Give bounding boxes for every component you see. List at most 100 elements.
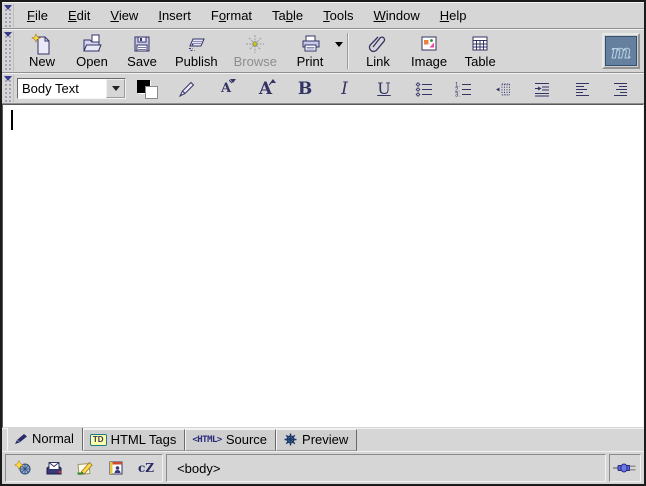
image-icon: [418, 34, 440, 54]
publish-button[interactable]: Publish: [167, 32, 226, 71]
td-tag-icon: TD: [90, 434, 107, 446]
align-left-button[interactable]: [569, 77, 595, 101]
browse-button[interactable]: Browse: [226, 32, 285, 71]
tab-label: Source: [226, 432, 267, 447]
decrease-font-button[interactable]: A: [213, 77, 239, 101]
bullet-list-button[interactable]: [411, 77, 437, 101]
menu-bar: File Edit View Insert Format Table Tools…: [2, 2, 644, 29]
document-edit-area[interactable]: [2, 104, 644, 428]
tab-normal[interactable]: Normal: [7, 427, 83, 451]
text-color-picker[interactable]: [134, 77, 160, 101]
menu-insert[interactable]: Insert: [148, 5, 201, 26]
print-button[interactable]: Print: [285, 32, 335, 71]
pen-icon: [14, 433, 28, 445]
component-bar: cZ: [5, 454, 163, 482]
highlighter-icon: [177, 79, 197, 99]
paragraph-format-value: Body Text: [18, 81, 106, 96]
button-label: Save: [127, 55, 157, 69]
bold-button[interactable]: B: [292, 77, 318, 101]
tab-preview[interactable]: Preview: [276, 429, 357, 451]
menu-file[interactable]: File: [17, 5, 58, 26]
menu-view[interactable]: View: [100, 5, 148, 26]
menu-label: elp: [449, 8, 466, 23]
image-button[interactable]: Image: [403, 32, 455, 71]
element-path-body[interactable]: <body>: [177, 461, 220, 476]
print-icon: [299, 34, 321, 54]
open-button[interactable]: Open: [67, 32, 117, 71]
link-paperclip-icon: [367, 34, 389, 54]
tab-source[interactable]: <HTML> Source: [185, 429, 276, 451]
menu-label: indow: [386, 8, 420, 23]
composer-icon[interactable]: [76, 460, 94, 476]
format-toolbar-grippy[interactable]: [3, 75, 14, 102]
button-label: Browse: [234, 55, 277, 69]
menu-label: ile: [35, 8, 48, 23]
button-label: New: [29, 55, 55, 69]
menu-label: o: [219, 8, 226, 23]
button-label: Image: [411, 55, 447, 69]
align-right-button[interactable]: [608, 77, 634, 101]
menu-table[interactable]: Table: [262, 5, 313, 26]
collapse-arrow-icon: [4, 5, 12, 10]
format-toolbar: Body Text A A B: [2, 73, 644, 104]
bullet-list-icon: [414, 80, 434, 98]
print-dropdown-arrow-icon[interactable]: [335, 42, 343, 47]
svg-text:m: m: [611, 41, 631, 63]
tab-label: Preview: [302, 432, 348, 447]
outdent-icon: [493, 80, 513, 98]
italic-icon: I: [341, 79, 348, 99]
online-plug-icon[interactable]: [613, 461, 637, 475]
menu-label: W: [374, 8, 386, 23]
numbered-list-button[interactable]: 1.2.3.: [450, 77, 476, 101]
mozilla-m-logo: m: [605, 36, 637, 66]
menu-label: nsert: [162, 8, 191, 23]
menu-label: iew: [119, 8, 139, 23]
combo-dropdown-button[interactable]: [106, 79, 125, 98]
navigator-icon[interactable]: [14, 460, 32, 476]
link-button[interactable]: Link: [353, 32, 403, 71]
online-status-cell: [609, 454, 641, 482]
html-brackets-icon: <HTML>: [192, 435, 222, 445]
menu-tools[interactable]: Tools: [313, 5, 363, 26]
align-left-icon: [572, 80, 592, 98]
mozilla-throbber[interactable]: m: [602, 33, 640, 69]
address-book-icon[interactable]: [107, 460, 125, 476]
chatzilla-icon[interactable]: cZ: [138, 461, 154, 475]
button-label: Link: [366, 55, 390, 69]
menu-label: F: [211, 8, 219, 23]
align-right-icon: [611, 80, 631, 98]
browse-sparkle-icon: [244, 34, 266, 54]
outdent-button[interactable]: [490, 77, 516, 101]
new-button[interactable]: New: [17, 32, 67, 71]
arrow-up-icon: [269, 79, 277, 86]
menu-edit[interactable]: Edit: [58, 5, 100, 26]
tab-html-tags[interactable]: TD HTML Tags: [83, 429, 185, 451]
tab-label: HTML Tags: [111, 432, 177, 447]
chevron-down-icon: [112, 86, 120, 91]
menu-label: rmat: [226, 8, 252, 23]
menu-label: le: [293, 8, 303, 23]
indent-button[interactable]: [529, 77, 555, 101]
indent-icon: [532, 80, 552, 98]
svg-text:3.: 3.: [455, 92, 460, 98]
menu-label: ools: [330, 8, 354, 23]
italic-button[interactable]: I: [332, 77, 358, 101]
menu-format[interactable]: Format: [201, 5, 262, 26]
highlight-color-button[interactable]: [174, 77, 200, 101]
preview-wheel-icon: [283, 433, 298, 446]
underline-icon: U: [377, 79, 390, 98]
save-button[interactable]: Save: [117, 32, 167, 71]
menu-help[interactable]: Help: [430, 5, 477, 26]
status-bar: cZ <body>: [2, 451, 644, 484]
paragraph-format-select[interactable]: Body Text: [17, 78, 126, 99]
menu-label: F: [27, 8, 35, 23]
menu-window[interactable]: Window: [364, 5, 430, 26]
mail-icon[interactable]: [45, 460, 63, 476]
table-button[interactable]: Table: [455, 32, 505, 71]
button-label: Print: [297, 55, 324, 69]
main-toolbar-grippy[interactable]: [3, 31, 14, 71]
underline-button[interactable]: U: [371, 77, 397, 101]
menubar-grippy[interactable]: [3, 4, 14, 27]
increase-font-button[interactable]: A: [253, 77, 279, 101]
element-path-cell: <body>: [166, 454, 606, 482]
